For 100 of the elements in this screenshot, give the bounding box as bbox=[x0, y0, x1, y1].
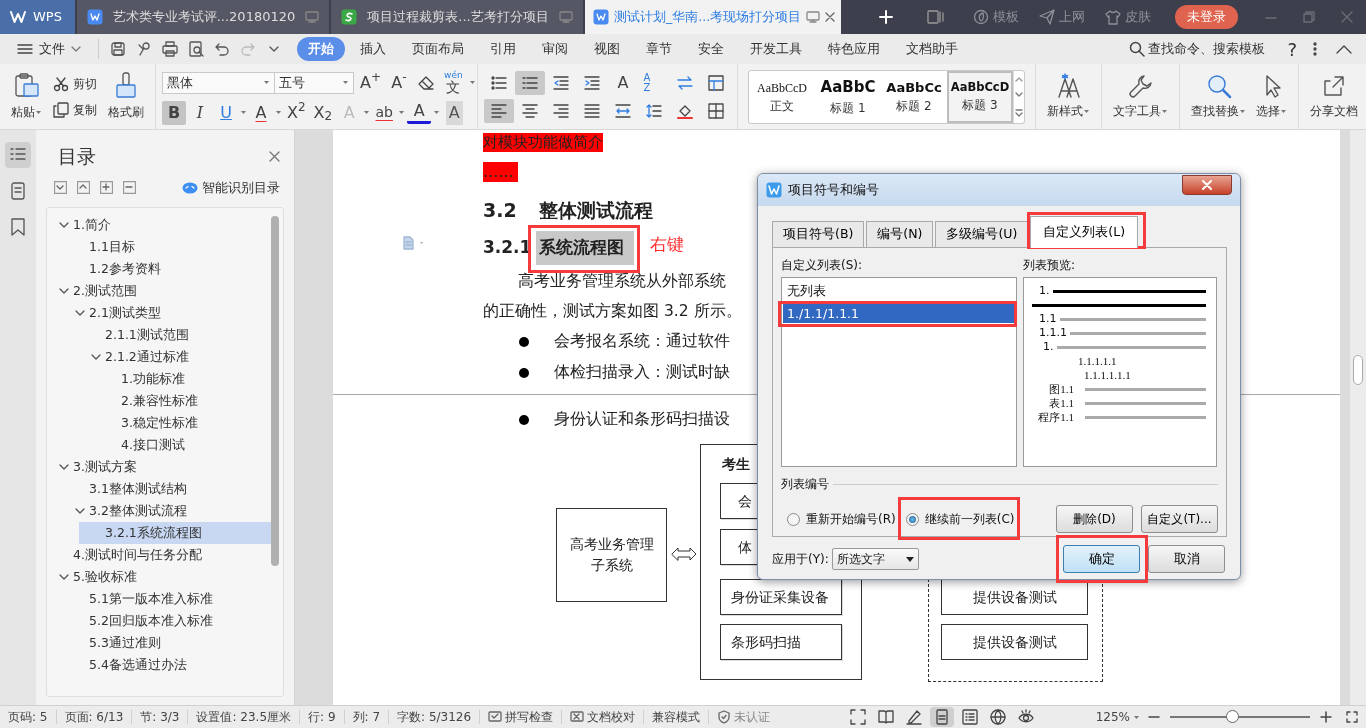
caret-icon[interactable] bbox=[275, 110, 282, 115]
scroll-up-icon[interactable] bbox=[1015, 75, 1023, 82]
apply-dropdown[interactable]: 所选文字 bbox=[831, 548, 919, 570]
align-center-icon[interactable] bbox=[522, 102, 538, 119]
print-icon[interactable] bbox=[162, 41, 178, 57]
italic-button[interactable]: I bbox=[188, 100, 212, 125]
indent-icon[interactable] bbox=[584, 74, 600, 91]
expand-all-icon[interactable] bbox=[77, 181, 90, 195]
outline-item[interactable]: 5.验收标准 bbox=[47, 566, 275, 589]
sort-button[interactable]: AZ bbox=[639, 70, 655, 95]
outdent-icon[interactable] bbox=[553, 74, 569, 91]
highlight-button[interactable]: ab bbox=[372, 100, 397, 125]
screen-icon[interactable] bbox=[806, 11, 821, 23]
outline-item[interactable]: 1.功能标准 bbox=[47, 368, 275, 391]
chevron-icon[interactable] bbox=[91, 354, 101, 361]
remove-icon[interactable] bbox=[123, 181, 136, 195]
shrink-font-button[interactable]: A$^{-}$ bbox=[387, 70, 411, 95]
borders-icon[interactable] bbox=[708, 102, 724, 119]
help-button[interactable]: ? bbox=[1276, 33, 1308, 65]
new-style-button[interactable]: 新样式 bbox=[1042, 71, 1095, 122]
outline-item[interactable]: 1.简介 bbox=[47, 214, 275, 237]
pinyin-button[interactable]: wén 文 bbox=[441, 68, 466, 97]
menu-tab[interactable]: 引用 bbox=[479, 37, 527, 61]
close-icon[interactable] bbox=[825, 12, 836, 22]
status-button[interactable]: 文档校对 bbox=[562, 708, 644, 726]
bulleted-list-icon[interactable] bbox=[491, 74, 507, 91]
dialog-tab[interactable]: 多级编号(U) bbox=[935, 221, 1029, 247]
menu-tab[interactable]: 开发工具 bbox=[739, 37, 813, 61]
undo-icon[interactable] bbox=[214, 41, 230, 57]
share-button[interactable]: 分享文档 bbox=[1305, 71, 1363, 122]
slider-thumb[interactable] bbox=[1225, 710, 1239, 723]
eraser-icon[interactable] bbox=[417, 74, 435, 91]
command-search[interactable]: 查找命令、搜索模板 bbox=[1118, 37, 1277, 61]
close-button[interactable] bbox=[1182, 175, 1232, 195]
dialog-button[interactable]: 自定义(T)... bbox=[1141, 505, 1218, 533]
zoom-in-icon[interactable] bbox=[1320, 711, 1332, 723]
app-tab[interactable]: 艺术类专业考试评...20180120 bbox=[77, 0, 329, 34]
align-right-icon[interactable] bbox=[553, 102, 569, 119]
collapse-icon[interactable] bbox=[1336, 44, 1352, 54]
style-option[interactable]: AaBbC 标题 1 bbox=[815, 70, 881, 123]
chevron-icon[interactable] bbox=[59, 222, 69, 229]
outline-item[interactable]: 2.1.2通过标准 bbox=[47, 346, 275, 369]
align-left-icon[interactable] bbox=[491, 102, 507, 119]
outline-item[interactable]: 3.测试方案 bbox=[47, 456, 275, 479]
copy-button[interactable]: 复制 bbox=[49, 98, 101, 121]
outline-item[interactable]: 3.稳定性标准 bbox=[47, 412, 275, 435]
smart-toc-button[interactable]: 智能识别目录 bbox=[178, 176, 284, 200]
caret-icon[interactable] bbox=[398, 110, 406, 115]
outline-item[interactable]: 2.兼容性标准 bbox=[47, 390, 275, 413]
app-tab[interactable]: WPS bbox=[0, 0, 75, 34]
outline-item[interactable]: 3.2整体测试流程 bbox=[47, 500, 275, 523]
dialog-tab[interactable]: 自定义列表(L) bbox=[1030, 216, 1139, 248]
subscript-button[interactable]: X$_{2}$ bbox=[310, 100, 336, 125]
bookmark-icon[interactable] bbox=[9, 218, 27, 236]
file-menu[interactable]: 文件 bbox=[6, 37, 92, 61]
chevron-icon[interactable] bbox=[59, 574, 69, 581]
radio-button[interactable] bbox=[787, 512, 800, 526]
outline-item[interactable]: 5.2回归版本准入标准 bbox=[47, 610, 275, 633]
outline-item[interactable]: 1.2参考资料 bbox=[47, 258, 275, 281]
strikethrough-button[interactable]: A bbox=[249, 100, 273, 125]
tablet-icon[interactable] bbox=[927, 9, 945, 25]
book-icon[interactable] bbox=[877, 709, 894, 725]
zoom-level[interactable]: 125% bbox=[1087, 708, 1148, 726]
outline-item[interactable]: 5.3通过准则 bbox=[47, 632, 275, 655]
underline-button[interactable]: U bbox=[214, 100, 238, 125]
line-spacing-icon[interactable] bbox=[646, 102, 662, 119]
hook-icon[interactable] bbox=[136, 41, 152, 57]
menu-tab[interactable]: 审阅 bbox=[531, 37, 579, 61]
caret-icon[interactable] bbox=[433, 110, 441, 115]
justify-icon[interactable] bbox=[584, 102, 600, 119]
dialog-tab[interactable]: 项目符号(B) bbox=[772, 221, 865, 247]
status-button[interactable]: 拼写检查 bbox=[480, 708, 562, 726]
menu-tab[interactable]: 插入 bbox=[349, 37, 397, 61]
outline-item[interactable]: 3.1整体测试结构 bbox=[47, 478, 275, 501]
font-size-field[interactable]: 五号 bbox=[274, 71, 354, 94]
caret-icon[interactable] bbox=[240, 110, 247, 115]
distribute-icon[interactable] bbox=[615, 102, 631, 119]
collapse-all-icon[interactable] bbox=[54, 181, 67, 195]
superscript-button[interactable]: X$^{2}$ bbox=[284, 100, 309, 125]
list-option[interactable]: 无列表 bbox=[783, 281, 1015, 300]
menu-tab[interactable]: 章节 bbox=[635, 37, 683, 61]
app-tab[interactable]: 测试计划_华南...考现场打分项目 bbox=[585, 0, 842, 34]
pen-icon[interactable] bbox=[905, 709, 922, 725]
swap-arrows-icon[interactable] bbox=[677, 74, 693, 91]
app-tab[interactable]: 项目过程裁剪表...艺考打分项目 bbox=[331, 0, 583, 34]
font-name-field[interactable]: 黑体 bbox=[162, 71, 275, 94]
focus-icon[interactable] bbox=[849, 709, 866, 725]
page-icon[interactable] bbox=[933, 709, 950, 725]
preview-icon[interactable] bbox=[188, 41, 204, 57]
outline-item[interactable]: 2.1.1测试范围 bbox=[47, 324, 275, 347]
bold-button[interactable]: B bbox=[162, 100, 186, 125]
ok-button[interactable]: 确定 bbox=[1063, 545, 1140, 573]
menu-tab[interactable]: 文档助手 bbox=[895, 37, 969, 61]
globe-icon[interactable] bbox=[989, 709, 1006, 725]
list-option[interactable]: 1./1.1/1.1.1 bbox=[783, 304, 1015, 323]
scrollbar-thumb[interactable] bbox=[1353, 355, 1363, 385]
page-icon[interactable] bbox=[9, 182, 27, 200]
format-painter-button[interactable]: 格式刷 bbox=[103, 70, 149, 123]
scroll-down-icon[interactable] bbox=[1015, 92, 1023, 99]
close-icon[interactable] bbox=[269, 150, 280, 162]
